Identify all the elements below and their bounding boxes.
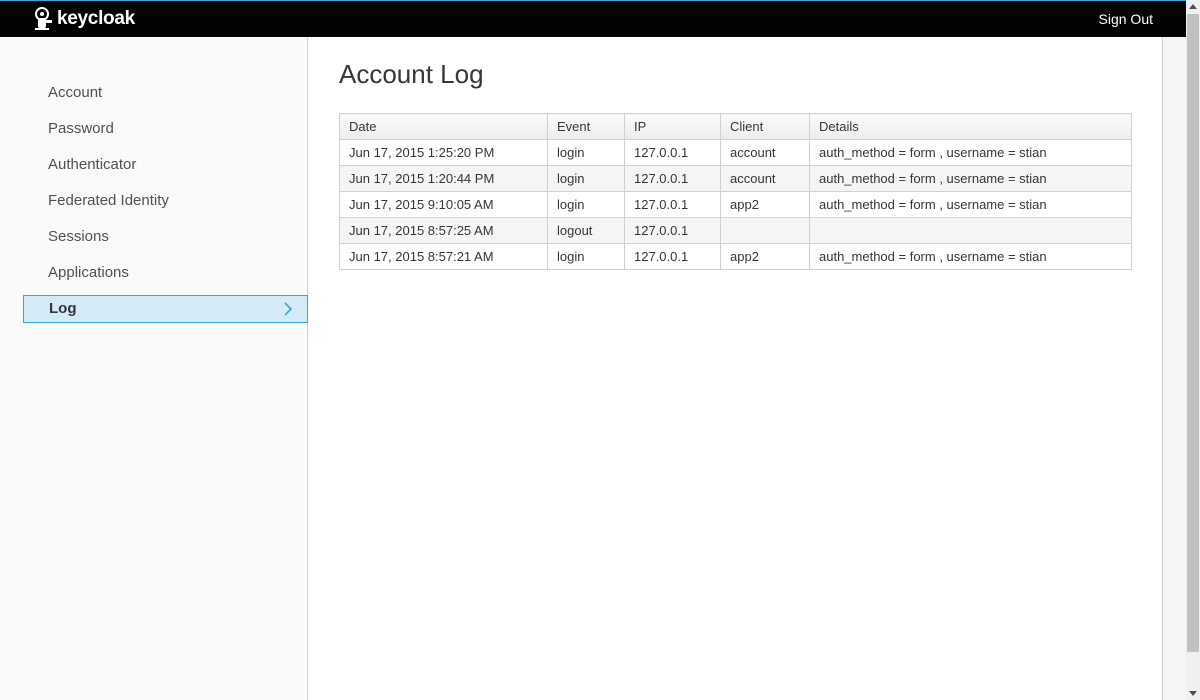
cell-date: Jun 17, 2015 9:10:05 AM (339, 191, 548, 218)
chevron-right-icon (284, 302, 293, 316)
sidebar-nav: Account Password Authenticator Federated… (23, 79, 308, 331)
sidebar-item-applications[interactable]: Applications (23, 259, 308, 287)
table-row: Jun 17, 2015 1:25:20 PM login 127.0.0.1 … (339, 139, 1132, 166)
scroll-down-arrow-icon[interactable] (1186, 687, 1200, 699)
account-log-table: Date Event IP Client Details Jun 17, 201… (339, 113, 1132, 270)
table-row: Jun 17, 2015 1:20:44 PM login 127.0.0.1 … (339, 165, 1132, 192)
cell-ip: 127.0.0.1 (624, 243, 721, 270)
scrollbar-thumb[interactable] (1187, 14, 1199, 652)
main-content: Account Log Date Event IP Client Details… (309, 37, 1162, 700)
sign-out-link[interactable]: Sign Out (1099, 11, 1153, 27)
content-right-gutter (1162, 37, 1186, 700)
cell-details: auth_method = form , username = stian (809, 139, 1132, 166)
sidebar-item-log[interactable]: Log (23, 295, 308, 323)
cell-client: app2 (720, 191, 810, 218)
cell-event: logout (547, 217, 625, 244)
brand-logo[interactable]: keycloak (32, 5, 135, 33)
page-title: Account Log (339, 59, 484, 89)
cell-details: auth_method = form , username = stian (809, 191, 1132, 218)
cell-ip: 127.0.0.1 (624, 139, 721, 166)
sidebar-item-label: Applications (48, 264, 129, 281)
column-header-details: Details (809, 113, 1132, 140)
sidebar-item-label: Account (48, 84, 103, 101)
table-row: Jun 17, 2015 8:57:21 AM login 127.0.0.1 … (339, 243, 1132, 270)
column-header-event: Event (547, 113, 625, 140)
cell-event: login (547, 243, 625, 270)
sidebar-item-label: Password (48, 120, 114, 137)
scroll-up-arrow-icon[interactable] (1186, 1, 1200, 13)
cell-ip: 127.0.0.1 (624, 191, 721, 218)
table-row: Jun 17, 2015 9:10:05 AM login 127.0.0.1 … (339, 191, 1132, 218)
cell-client: app2 (720, 243, 810, 270)
table-row: Jun 17, 2015 8:57:25 AM logout 127.0.0.1 (339, 217, 1132, 244)
top-navbar: keycloak Sign Out (0, 0, 1186, 37)
column-header-date: Date (339, 113, 548, 140)
cell-details: auth_method = form , username = stian (809, 165, 1132, 192)
cell-date: Jun 17, 2015 8:57:21 AM (339, 243, 548, 270)
cell-ip: 127.0.0.1 (624, 217, 721, 244)
cell-client: account (720, 165, 810, 192)
sidebar-item-label: Sessions (48, 228, 109, 245)
keycloak-logo-icon (35, 7, 52, 30)
cell-date: Jun 17, 2015 8:57:25 AM (339, 217, 548, 244)
sidebar-item-password[interactable]: Password (23, 115, 308, 143)
sidebar-item-label: Federated Identity (48, 192, 169, 209)
cell-event: login (547, 139, 625, 166)
brand-name: keycloak (57, 8, 135, 29)
sidebar: Account Password Authenticator Federated… (0, 37, 308, 700)
cell-event: login (547, 191, 625, 218)
vertical-scrollbar[interactable] (1186, 0, 1200, 700)
column-header-client: Client (720, 113, 810, 140)
cell-details (809, 217, 1132, 244)
cell-date: Jun 17, 2015 1:20:44 PM (339, 165, 548, 192)
column-header-ip: IP (624, 113, 721, 140)
sidebar-item-account[interactable]: Account (23, 79, 308, 107)
sidebar-item-label: Log (49, 300, 77, 317)
cell-date: Jun 17, 2015 1:25:20 PM (339, 139, 548, 166)
cell-details: auth_method = form , username = stian (809, 243, 1132, 270)
cell-client (720, 217, 810, 244)
sidebar-item-federated-identity[interactable]: Federated Identity (23, 187, 308, 215)
sidebar-item-sessions[interactable]: Sessions (23, 223, 308, 251)
cell-ip: 127.0.0.1 (624, 165, 721, 192)
sidebar-item-label: Authenticator (48, 156, 137, 173)
cell-client: account (720, 139, 810, 166)
sidebar-item-authenticator[interactable]: Authenticator (23, 151, 308, 179)
cell-event: login (547, 165, 625, 192)
table-header-row: Date Event IP Client Details (339, 113, 1132, 140)
